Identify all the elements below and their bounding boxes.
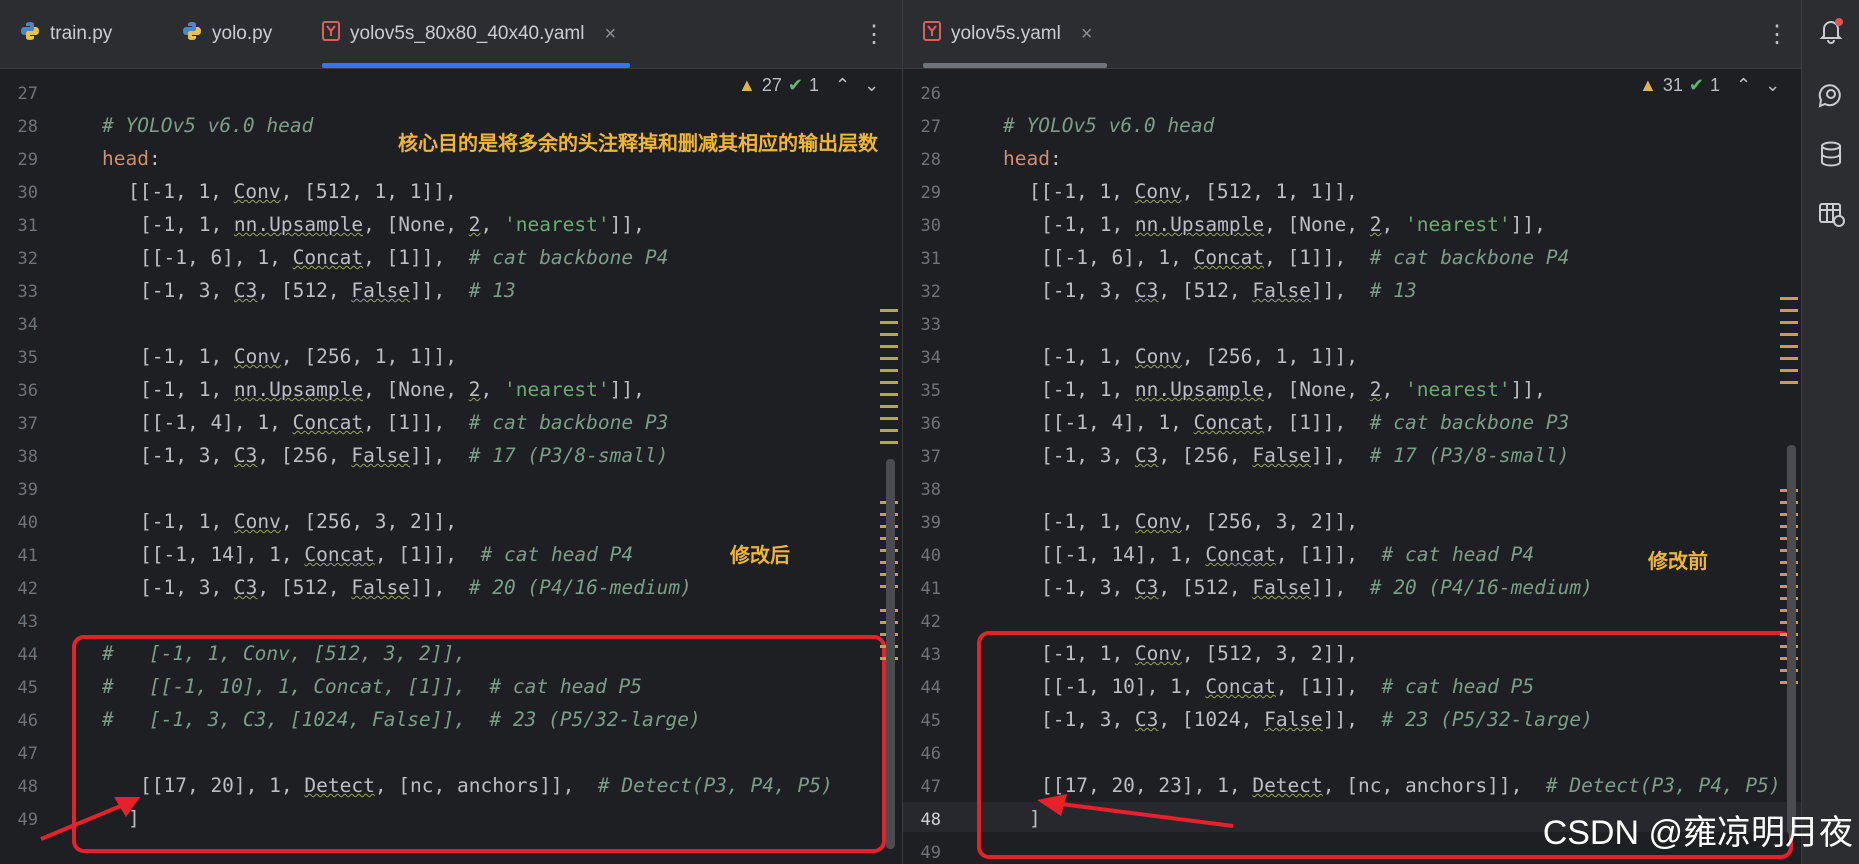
highlight-box [72,635,886,853]
code-line: [-1, 3, C3, [512, False]], # 13 [140,279,516,302]
chevron-down-icon[interactable]: ⌄ [864,75,879,96]
code-line: head: [102,147,161,170]
code-line: [[-1, 6], 1, Concat, [1]], # cat backbon… [1041,246,1570,269]
annotation-purpose: 核心目的是将多余的头注释掉和删减其相应的输出层数 [398,133,878,155]
code-line: [[-1, 4], 1, Concat, [1]], # cat backbon… [1041,411,1570,434]
tab-label: yolov5s.yaml [951,23,1061,44]
right-tool-strip [1801,0,1859,864]
warning-count: 31 [1662,75,1683,95]
annotation-after: 修改后 [730,545,790,567]
scrollbar[interactable] [1787,445,1796,835]
notifications-icon[interactable] [1816,16,1846,46]
check-icon: ✔ [787,75,803,95]
code-line: [-1, 1, Conv, [256, 3, 2]], [1041,510,1358,533]
code-line: # YOLOv5 v6.0 head [1003,114,1215,137]
chevron-down-icon[interactable]: ⌄ [1765,75,1780,96]
code-line: [[-1, 14], 1, Concat, [1]], # cat head P… [1041,543,1535,566]
close-icon[interactable]: × [605,23,617,46]
code-line: [[-1, 6], 1, Concat, [1]], # cat backbon… [140,246,669,269]
code-line: [[-1, 1, Conv, [512, 1, 1]], [128,180,457,203]
check-count: 1 [808,75,819,95]
tab-label: yolov5s_80x80_40x40.yaml [350,23,585,44]
chevron-up-icon[interactable]: ⌃ [1736,75,1751,96]
code-line: [[-1, 14], 1, Concat, [1]], # cat head P… [140,543,634,566]
python-icon [20,21,40,47]
table-icon[interactable] [1816,200,1846,230]
code-line: [[-1, 1, Conv, [512, 1, 1]], [1029,180,1358,203]
more-options-icon[interactable]: ⋮ [1765,20,1789,49]
code-line: [-1, 1, nn.Upsample, [None, 2, 'nearest'… [140,213,645,236]
code-line: [-1, 1, nn.Upsample, [None, 2, 'nearest'… [1041,213,1546,236]
tab-label: train.py [50,23,113,44]
warning-icon: ▲ [738,75,756,95]
tab-train-py[interactable]: train.py [20,0,112,68]
close-icon[interactable]: × [1081,23,1093,46]
database-icon[interactable] [1816,140,1846,170]
tab-yolov5s-yaml[interactable]: yolov5s.yaml × [923,0,1107,68]
code-line: [-1, 1, Conv, [256, 1, 1]], [1041,345,1358,368]
code-line: [-1, 1, nn.Upsample, [None, 2, 'nearest'… [1041,378,1546,401]
right-tab-bar: yolov5s.yaml × ⋮ [903,0,1801,69]
code-line: [-1, 1, nn.Upsample, [None, 2, 'nearest'… [140,378,645,401]
code-line: [-1, 3, C3, [512, False]], # 20 (P4/16-m… [140,576,692,599]
code-line: [[-1, 4], 1, Concat, [1]], # cat backbon… [140,411,669,434]
check-icon: ✔ [1688,75,1704,95]
left-tab-bar: train.py yolo.py yolov5s_80x80_40x40.yam… [0,0,902,69]
code-line: # YOLOv5 v6.0 head [102,114,314,137]
tab-yolo-py[interactable]: yolo.py [182,0,272,68]
warning-icon: ▲ [1639,75,1657,95]
right-editor-pane: yolov5s.yaml × ⋮ 26 27 28 29 30 31 32 33… [903,0,1801,864]
code-line: head: [1003,147,1062,170]
code-line: [-1, 3, C3, [256, False]], # 17 (P3/8-sm… [1041,444,1570,467]
watermark: CSDN @雍凉明月夜 [1542,814,1853,852]
check-count: 1 [1709,75,1720,95]
tab-label: yolo.py [212,23,273,44]
code-line: [-1, 3, C3, [256, False]], # 17 (P3/8-sm… [140,444,669,467]
more-options-icon[interactable]: ⋮ [862,20,886,49]
chevron-up-icon[interactable]: ⌃ [835,75,850,96]
yaml-icon [322,21,340,47]
right-code-editor[interactable]: 26 27 28 29 30 31 32 33 34 35 36 37 38 3… [903,69,1801,864]
arrow-annotation [1037,794,1234,828]
code-line: [-1, 3, C3, [512, False]], # 20 (P4/16-m… [1041,576,1593,599]
tab-yolov5s-80x80-40x40-yaml[interactable]: yolov5s_80x80_40x40.yaml × [322,0,631,68]
annotation-before: 修改前 [1648,551,1708,573]
inspection-widget[interactable]: ▲ 31 ✔ 1 ⌃ ⌄ [1639,75,1780,96]
ai-assistant-icon[interactable] [1816,80,1846,110]
code-line: [-1, 3, C3, [512, False]], # 13 [1041,279,1417,302]
scrollbar[interactable] [886,459,895,849]
warning-count: 27 [761,75,782,95]
left-editor-pane: train.py yolo.py yolov5s_80x80_40x40.yam… [0,0,903,864]
code-line: [-1, 1, Conv, [256, 1, 1]], [140,345,457,368]
python-icon [182,21,202,47]
inspection-widget[interactable]: ▲ 27 ✔ 1 ⌃ ⌄ [738,75,879,96]
code-line: [-1, 1, Conv, [256, 3, 2]], [140,510,457,533]
arrow-annotation [40,797,140,841]
left-code-editor[interactable]: 27 28 29 30 31 32 33 34 35 36 37 38 39 4… [0,69,902,864]
yaml-icon [923,21,941,47]
